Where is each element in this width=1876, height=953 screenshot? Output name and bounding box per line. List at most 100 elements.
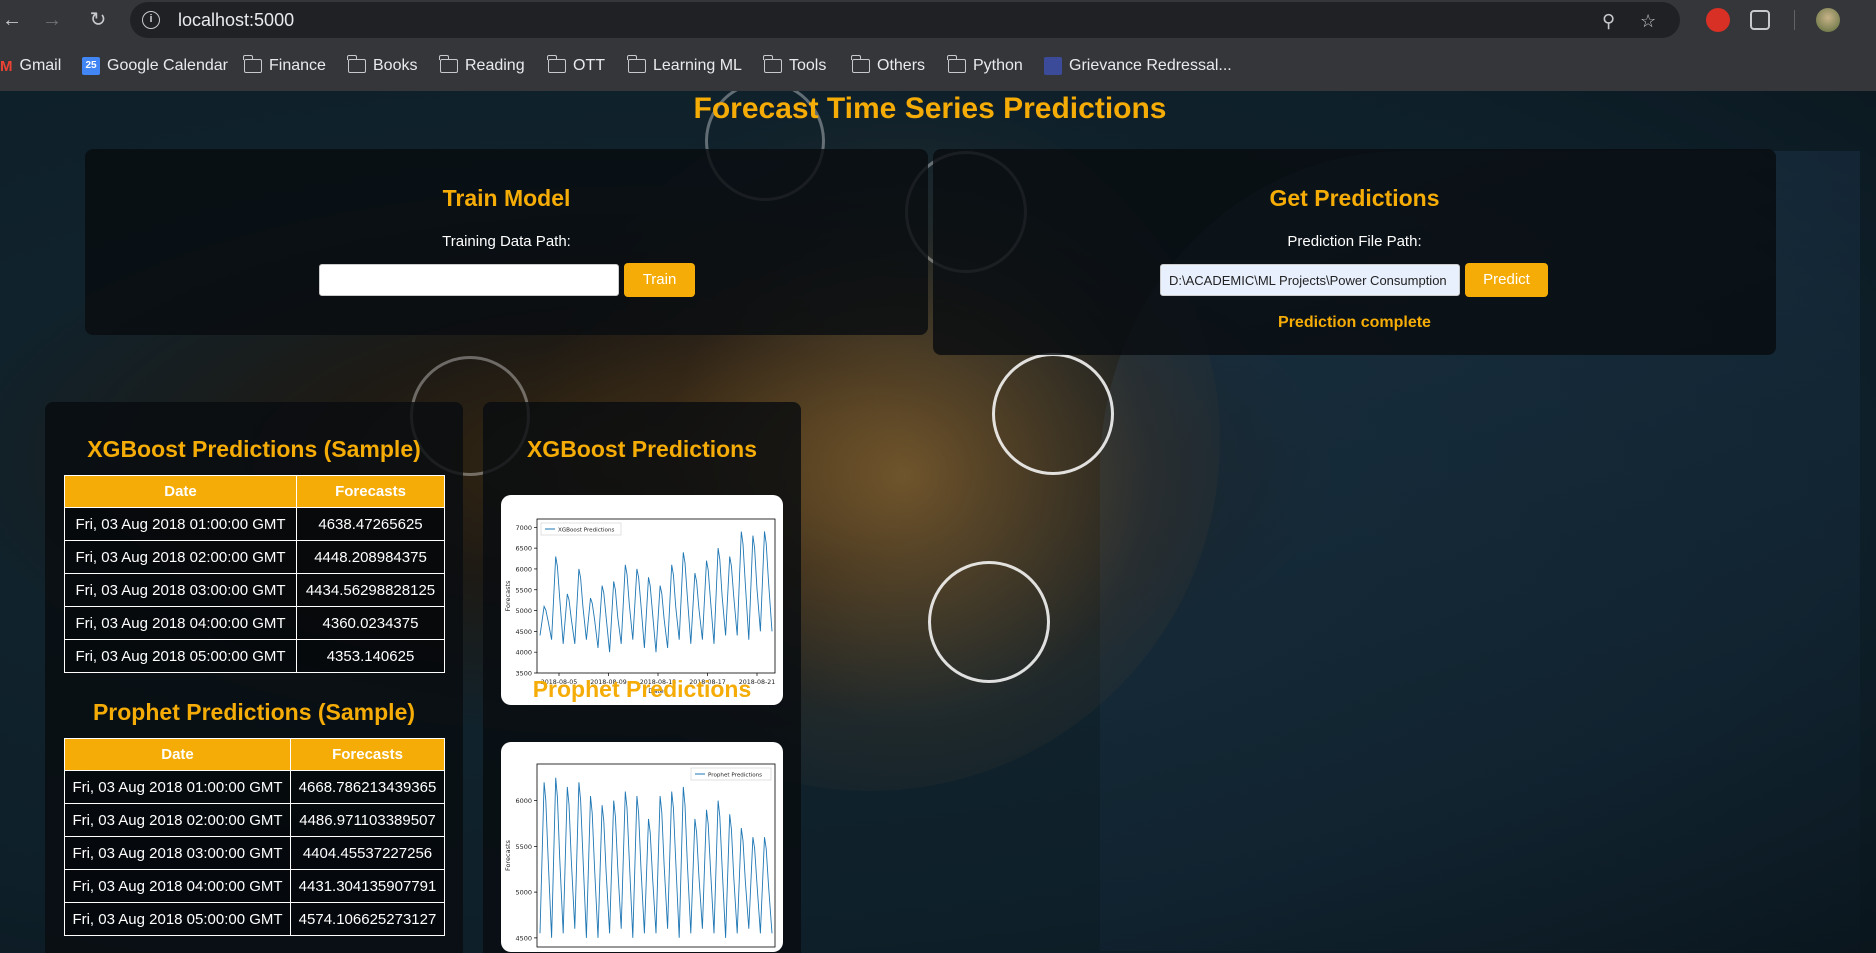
series-line xyxy=(539,777,773,938)
y-tick-label: 6500 xyxy=(515,545,532,553)
table-row: Fri, 03 Aug 2018 02:00:00 GMT 4448.208984… xyxy=(64,540,445,574)
forecast-cell: 4360.0234375 xyxy=(296,606,445,640)
forecast-cell: 4638.47265625 xyxy=(296,507,445,541)
legend-label: Prophet Predictions xyxy=(708,773,762,779)
toolbar-divider xyxy=(1794,10,1795,30)
xgboost-plot-card: 3500 4000 4500 5000 5500 6000 6500 7000 2018-08-… xyxy=(501,495,783,705)
folder-icon xyxy=(547,55,566,73)
address-bar[interactable]: i localhost:5000 ⚲ ☆ xyxy=(130,2,1680,38)
y-tick-label: 5000 xyxy=(515,607,532,615)
date-cell: Fri, 03 Aug 2018 05:00:00 GMT xyxy=(64,902,291,936)
training-data-path-label: Training Data Path: xyxy=(442,233,571,250)
predict-button[interactable]: Predict xyxy=(1465,263,1548,297)
bookmark-tools[interactable]: Tools xyxy=(763,52,826,80)
bookmark-label: Grievance Redressal... xyxy=(1069,57,1232,74)
bookmark-python[interactable]: Python xyxy=(947,52,1023,80)
column-header-date: Date xyxy=(64,475,297,508)
table-header-row: Date Forecasts xyxy=(64,475,445,508)
background-solar-panel-icon xyxy=(992,353,1114,475)
forecast-cell: 4486.971103389507 xyxy=(290,803,445,837)
bookmark-label: Books xyxy=(373,57,418,74)
table-row: Fri, 03 Aug 2018 01:00:00 GMT 4638.472656… xyxy=(64,507,445,541)
date-cell: Fri, 03 Aug 2018 05:00:00 GMT xyxy=(64,639,297,673)
prophet-plot-card: 4500 5000 5500 6000 Forecasts Prophet Predict… xyxy=(501,742,783,952)
forward-arrow-icon[interactable]: → xyxy=(40,8,64,32)
address-url[interactable]: localhost:5000 xyxy=(178,10,294,31)
y-axis-label: Forecasts xyxy=(504,580,512,612)
extensions-puzzle-icon[interactable] xyxy=(1750,10,1770,30)
y-tick-label: 5500 xyxy=(515,586,532,594)
training-data-path-input[interactable] xyxy=(319,264,619,296)
sample-tables-panel: XGBoost Predictions (Sample) Date Foreca… xyxy=(45,402,463,953)
prophet-sample-title: Prophet Predictions (Sample) xyxy=(92,699,416,725)
prediction-plots-panel: XGBoost Predictions 3500 4000 4500 5000 5500… xyxy=(483,402,801,953)
train-button[interactable]: Train xyxy=(624,263,695,297)
xgboost-line-chart: 350040004500500055006000650070002018-08-… xyxy=(504,518,776,695)
prophet-line-chart: 4500 5000 5500 6000 Forecasts Prophet Predict… xyxy=(504,763,776,948)
folder-icon xyxy=(243,55,262,73)
folder-icon xyxy=(851,55,870,73)
date-cell: Fri, 03 Aug 2018 03:00:00 GMT xyxy=(64,573,297,607)
date-cell: Fri, 03 Aug 2018 01:00:00 GMT xyxy=(64,507,297,541)
legend-label: XGBoost Predictions xyxy=(558,528,615,534)
table-header-row: Date Forecasts xyxy=(64,738,445,771)
folder-icon xyxy=(627,55,646,73)
y-tick-label: 5000 xyxy=(515,889,532,897)
date-cell: Fri, 03 Aug 2018 02:00:00 GMT xyxy=(64,803,291,837)
extension-stop-icon[interactable] xyxy=(1706,8,1730,32)
calendar-icon: 25 xyxy=(82,57,100,75)
bookmark-label: Python xyxy=(973,57,1023,74)
table-row: Fri, 03 Aug 2018 05:00:00 GMT 4574.106625… xyxy=(64,902,445,936)
folder-icon xyxy=(763,55,782,73)
xgboost-plot-title: XGBoost Predictions xyxy=(526,436,758,462)
table-row: Fri, 03 Aug 2018 05:00:00 GMT 4353.140625 xyxy=(64,639,445,673)
column-header-date: Date xyxy=(64,738,291,771)
zoom-icon[interactable]: ⚲ xyxy=(1602,11,1615,32)
y-tick-label: 4000 xyxy=(515,649,532,657)
bookmark-reading[interactable]: Reading xyxy=(439,52,525,80)
back-arrow-icon[interactable]: ← xyxy=(0,8,24,32)
forecast-cell: 4448.208984375 xyxy=(296,540,445,574)
bookmark-label: Reading xyxy=(465,57,525,74)
y-tick-label: 5500 xyxy=(515,843,532,851)
bookmark-label: OTT xyxy=(573,57,605,74)
reload-icon[interactable]: ↻ xyxy=(86,8,110,32)
page: Forecast Time Series Predictions Train M… xyxy=(0,91,1876,953)
folder-icon xyxy=(347,55,366,73)
background-corn-icon xyxy=(928,561,1050,683)
bookmark-gmail[interactable]: M Gmail xyxy=(0,52,61,80)
prediction-file-path-input[interactable] xyxy=(1160,264,1460,296)
table-row: Fri, 03 Aug 2018 04:00:00 GMT 4360.023437… xyxy=(64,606,445,640)
y-tick-label: 7000 xyxy=(515,524,532,532)
train-model-panel: Train Model Training Data Path: Train xyxy=(85,149,928,335)
site-info-icon[interactable]: i xyxy=(142,11,160,29)
get-predictions-panel: Get Predictions Prediction File Path: Pr… xyxy=(933,149,1776,355)
table-row: Fri, 03 Aug 2018 02:00:00 GMT 4486.971103… xyxy=(64,803,445,837)
y-tick-label: 6000 xyxy=(515,565,532,573)
profile-avatar[interactable] xyxy=(1816,8,1840,32)
date-cell: Fri, 03 Aug 2018 04:00:00 GMT xyxy=(64,606,297,640)
bookmark-google-calendar[interactable]: 25 Google Calendar xyxy=(82,52,228,80)
bookmark-star-icon[interactable]: ☆ xyxy=(1640,11,1656,32)
bookmark-others[interactable]: Others xyxy=(851,52,925,80)
forecast-cell: 4434.56298828125 xyxy=(296,573,445,607)
bookmark-grievance-redressal[interactable]: Grievance Redressal... xyxy=(1044,52,1232,80)
table-row: Fri, 03 Aug 2018 03:00:00 GMT 4434.562988… xyxy=(64,573,445,607)
folder-icon xyxy=(947,55,966,73)
gmail-icon: M xyxy=(0,57,13,75)
bookmark-learning-ml[interactable]: Learning ML xyxy=(627,52,742,80)
bookmark-finance[interactable]: Finance xyxy=(243,52,326,80)
bookmark-books[interactable]: Books xyxy=(347,52,418,80)
train-model-title: Train Model xyxy=(442,185,571,211)
forecast-cell: 4404.45537227256 xyxy=(290,836,445,870)
bookmark-label: Learning ML xyxy=(653,57,742,74)
y-axis-label: Forecasts xyxy=(504,839,512,871)
table-row: Fri, 03 Aug 2018 01:00:00 GMT 4668.786213… xyxy=(64,770,445,804)
bookmark-label: Google Calendar xyxy=(107,57,228,74)
browser-chrome: ← → ↻ i localhost:5000 ⚲ ☆ M Gmail 25 Go… xyxy=(0,0,1876,91)
bookmark-ott[interactable]: OTT xyxy=(547,52,605,80)
folder-icon xyxy=(439,55,458,73)
browser-toolbar: ← → ↻ i localhost:5000 ⚲ ☆ xyxy=(0,0,1876,40)
date-cell: Fri, 03 Aug 2018 04:00:00 GMT xyxy=(64,869,291,903)
forecast-cell: 4431.304135907791 xyxy=(290,869,445,903)
